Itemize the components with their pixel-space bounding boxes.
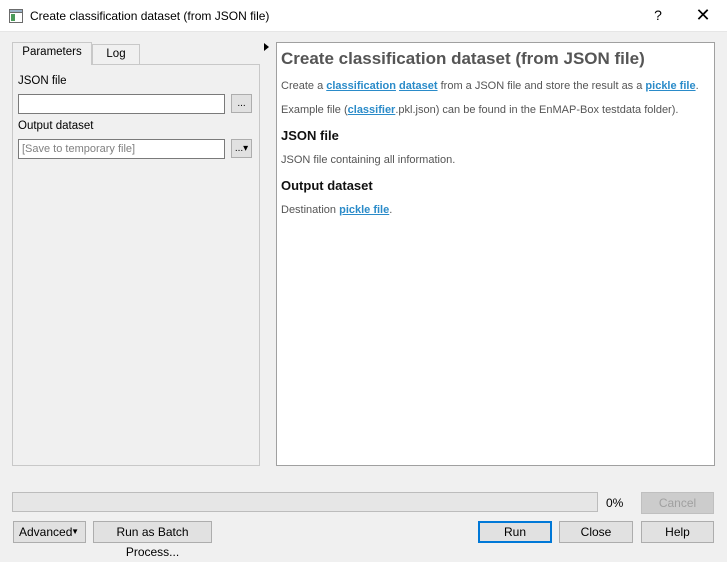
help-text: from a JSON file and store the result as… [437,80,646,92]
tab-bar: Parameters Log [12,42,260,65]
help-text: . [389,204,393,216]
run-button[interactable]: Run [478,521,552,543]
advanced-label: Advanced [19,525,73,539]
output-dataset-input[interactable] [18,139,225,159]
help-title: Create classification dataset (from JSON… [281,49,645,68]
context-help-button[interactable]: ? [650,7,666,23]
json-file-label: JSON file [18,75,67,87]
window-close-button[interactable]: ✕ [693,5,713,25]
cancel-button[interactable]: Cancel [641,492,714,514]
progress-percent: 0% [606,496,624,510]
help-intro: Create a classification dataset from a J… [281,79,710,93]
close-button[interactable]: Close [559,521,633,543]
help-button[interactable]: Help [641,521,714,543]
help-text: .pkl.json) can be found in the EnMAP-Box… [395,104,679,116]
help-text: . [695,80,699,92]
progress-bar [12,492,598,512]
classifier-link[interactable]: classifier [348,104,396,116]
output-dataset-browse-button[interactable]: ...▾ [231,139,252,158]
parameters-panel: JSON file ... Output dataset ...▾ [12,64,260,466]
help-text: Create a [281,80,327,92]
help-text: Destination [281,204,340,216]
output-dataset-heading: Output dataset [281,178,373,193]
output-dataset-description: Destination pickle file. [281,203,710,217]
left-panel: Parameters Log JSON file ... Output data… [12,42,260,466]
title-bar: Create classification dataset (from JSON… [0,0,727,32]
json-file-input[interactable] [18,94,225,114]
run-as-batch-button[interactable]: Run as Batch Process... [93,521,212,559]
classification-link[interactable]: classification [326,80,396,92]
advanced-button[interactable]: Advanced ▼ [13,521,86,543]
output-dataset-label: Output dataset [18,120,94,132]
json-file-description: JSON file containing all information. [281,154,456,166]
window-title: Create classification dataset (from JSON… [30,9,270,23]
json-file-heading: JSON file [281,128,339,143]
tab-parameters[interactable]: Parameters [12,42,92,65]
help-text: Example file ( [281,104,348,116]
json-file-browse-button[interactable]: ... [231,94,252,113]
app-icon [9,9,23,23]
tab-log[interactable]: Log [92,44,140,65]
help-example: Example file (classifier.pkl.json) can b… [281,103,710,117]
caret-down-icon: ▼ [71,527,79,536]
pickle-file-link-2[interactable]: pickle file [339,204,389,216]
triangle-right-icon[interactable] [262,42,270,52]
pickle-file-link[interactable]: pickle file [645,80,695,92]
help-pane: Create classification dataset (from JSON… [276,42,715,466]
dataset-link[interactable]: dataset [399,80,438,92]
